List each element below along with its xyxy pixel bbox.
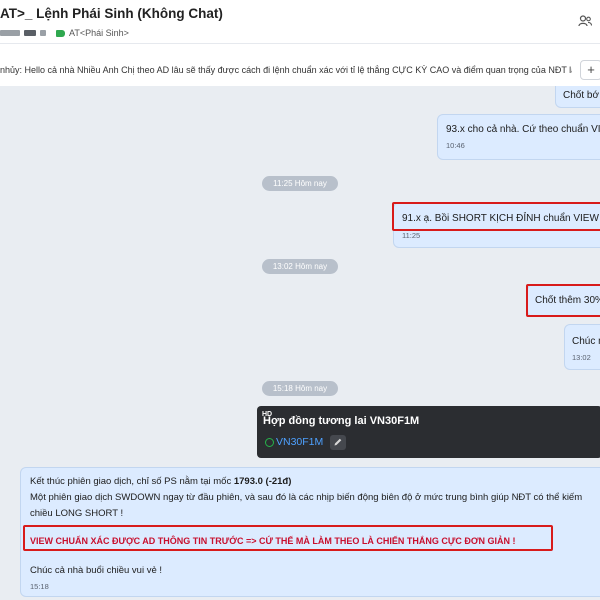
pinned-message-bar[interactable]: nhủy: Hello cả nhà Nhiều Anh Chị theo AD… xyxy=(0,54,600,86)
chat-header: AT>_ Lệnh Phái Sinh (Không Chat) AT<Phái… xyxy=(0,0,600,44)
redacted-block xyxy=(40,30,46,36)
message-text: Chúc n xyxy=(572,336,600,347)
message-time: 10:46 xyxy=(446,141,465,150)
highlight-box xyxy=(392,202,600,231)
message-text: Chốt bớ xyxy=(563,90,600,101)
header-subline: AT<Phái Sinh> xyxy=(0,27,129,39)
add-button[interactable]: + xyxy=(580,60,600,80)
message-time: 13:02 xyxy=(572,353,591,362)
pencil-icon xyxy=(334,438,342,446)
video-card[interactable]: HD Hợp đồng tương lai VN30F1M VN30F1M xyxy=(257,406,600,458)
circle-icon xyxy=(265,438,274,447)
date-divider: 15:18 Hôm nay xyxy=(262,381,338,396)
summary-line-2: Một phiên giao dịch SWDOWN ngay từ đầu p… xyxy=(30,492,583,503)
message-bubble[interactable]: Chúc n 13:02 xyxy=(564,324,600,370)
summary-closing: Chúc cả nhà buổi chiều vui vẻ ! xyxy=(30,565,163,576)
group-title[interactable]: AT>_ Lệnh Phái Sinh (Không Chat) xyxy=(0,6,223,21)
summary-line-1-text: Kết thúc phiên giao dịch, chỉ số PS nằm … xyxy=(30,476,234,487)
edit-button[interactable] xyxy=(330,435,346,450)
redacted-block xyxy=(0,30,20,36)
message-time: 15:18 xyxy=(30,582,49,591)
date-divider: 13:02 Hôm nay xyxy=(262,259,338,274)
highlight-box xyxy=(526,284,600,317)
group-tag[interactable]: AT<Phái Sinh> xyxy=(69,28,129,38)
redacted-block xyxy=(24,30,36,36)
video-title: Hợp đồng tương lai VN30F1M xyxy=(263,415,420,427)
highlight-box xyxy=(23,525,553,551)
tag-icon xyxy=(56,29,65,37)
message-bubble[interactable]: 93.x cho cả nhà. Cứ theo chuẩn VIEW 10:4… xyxy=(437,114,600,160)
date-divider: 11:25 Hôm nay xyxy=(262,176,338,191)
message-bubble[interactable]: Chốt bớ xyxy=(555,86,600,108)
pinned-message-text: nhủy: Hello cả nhà Nhiều Anh Chị theo AD… xyxy=(0,65,572,75)
index-value: 1793.0 (-21đ) xyxy=(233,476,292,487)
message-time: 11:25 xyxy=(402,231,421,240)
chat-area[interactable]: Chốt bớ 93.x cho cả nhà. Cứ theo chuẩn V… xyxy=(0,86,600,600)
summary-line-3: chiều LONG SHORT ! xyxy=(30,508,124,519)
video-code-link[interactable]: VN30F1M xyxy=(276,436,323,448)
people-icon[interactable] xyxy=(578,14,592,28)
summary-line-1: Kết thúc phiên giao dịch, chỉ số PS nằm … xyxy=(30,476,291,487)
message-text: 93.x cho cả nhà. Cứ theo chuẩn VIEW xyxy=(446,124,600,135)
